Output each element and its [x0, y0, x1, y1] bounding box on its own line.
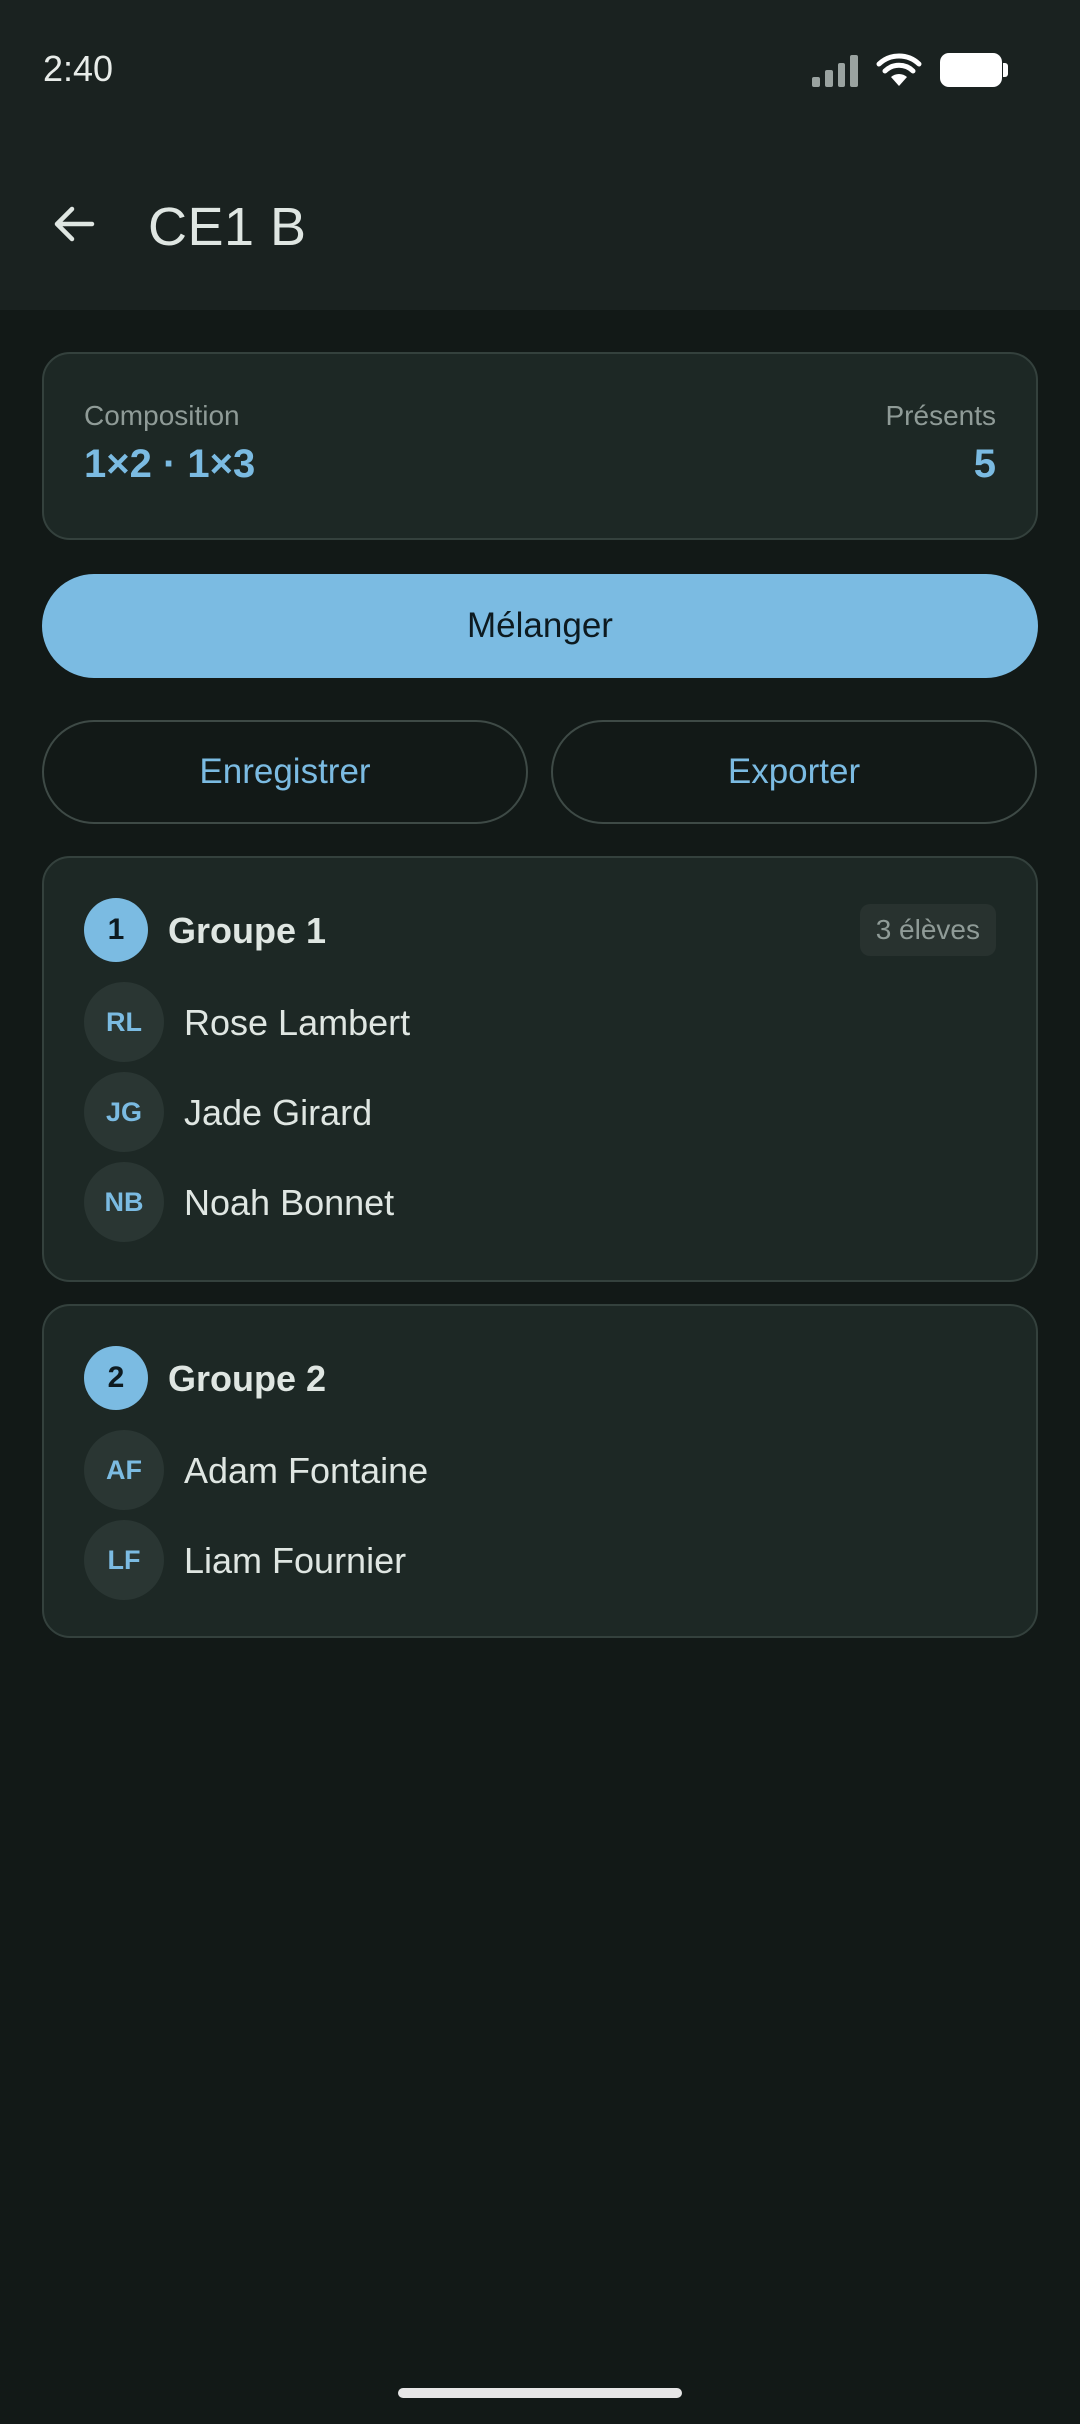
- student-row[interactable]: AF Adam Fontaine: [84, 1430, 996, 1510]
- student-name: Rose Lambert: [184, 1002, 411, 1043]
- shuffle-button[interactable]: Mélanger: [42, 574, 1038, 678]
- composition-value: 1×2 · 1×3: [84, 442, 256, 486]
- group-header: 2 Groupe 2: [84, 1346, 996, 1410]
- student-row[interactable]: NB Noah Bonnet: [84, 1162, 996, 1242]
- student-name: Adam Fontaine: [184, 1450, 429, 1491]
- student-row[interactable]: LF Liam Fournier: [84, 1520, 996, 1600]
- avatar: JG: [84, 1072, 164, 1152]
- avatar: RL: [84, 982, 164, 1062]
- save-button[interactable]: Enregistrer: [42, 720, 528, 824]
- student-name: Jade Girard: [184, 1092, 373, 1133]
- student-name: Noah Bonnet: [184, 1182, 395, 1223]
- home-indicator[interactable]: [398, 2388, 682, 2398]
- present-label: Présents: [885, 400, 997, 431]
- avatar: LF: [84, 1520, 164, 1600]
- student-row[interactable]: RL Rose Lambert: [84, 982, 996, 1062]
- group-number-badge: 2: [84, 1346, 148, 1410]
- back-button[interactable]: [36, 186, 112, 262]
- group-header: 1 Groupe 1 3 élèves: [84, 898, 996, 962]
- page-title: CE1 B: [148, 197, 307, 257]
- student-count-badge: 3 élèves: [859, 904, 996, 956]
- composition-label: Composition: [84, 400, 240, 431]
- group-name: Groupe 1: [168, 910, 327, 951]
- app-bar: CE1 B: [0, 140, 1080, 310]
- group-name: Groupe 2: [168, 1358, 327, 1399]
- signal-icon: [812, 53, 858, 87]
- avatar: AF: [84, 1430, 164, 1510]
- student-name: Liam Fournier: [184, 1540, 407, 1581]
- student-row[interactable]: JG Jade Girard: [84, 1072, 996, 1152]
- group-number-badge: 1: [84, 898, 148, 962]
- avatar: NB: [84, 1162, 164, 1242]
- present-count: 5: [973, 442, 996, 486]
- wifi-icon: [876, 53, 922, 86]
- status-bar: 2:40: [0, 0, 1080, 140]
- arrow-left-icon: [54, 206, 95, 242]
- group-card: 1 Groupe 1 3 élèves RL Rose Lambert JG J…: [42, 856, 1038, 1282]
- status-icons: [812, 52, 1008, 88]
- status-time: 2:40: [43, 48, 114, 89]
- group-card: 2 Groupe 2 AF Adam Fontaine LF Liam Four…: [42, 1304, 1038, 1638]
- battery-icon: [940, 53, 1008, 87]
- export-button[interactable]: Exporter: [551, 720, 1037, 824]
- summary-card: Composition 1×2 · 1×3 Présents 5: [42, 352, 1038, 540]
